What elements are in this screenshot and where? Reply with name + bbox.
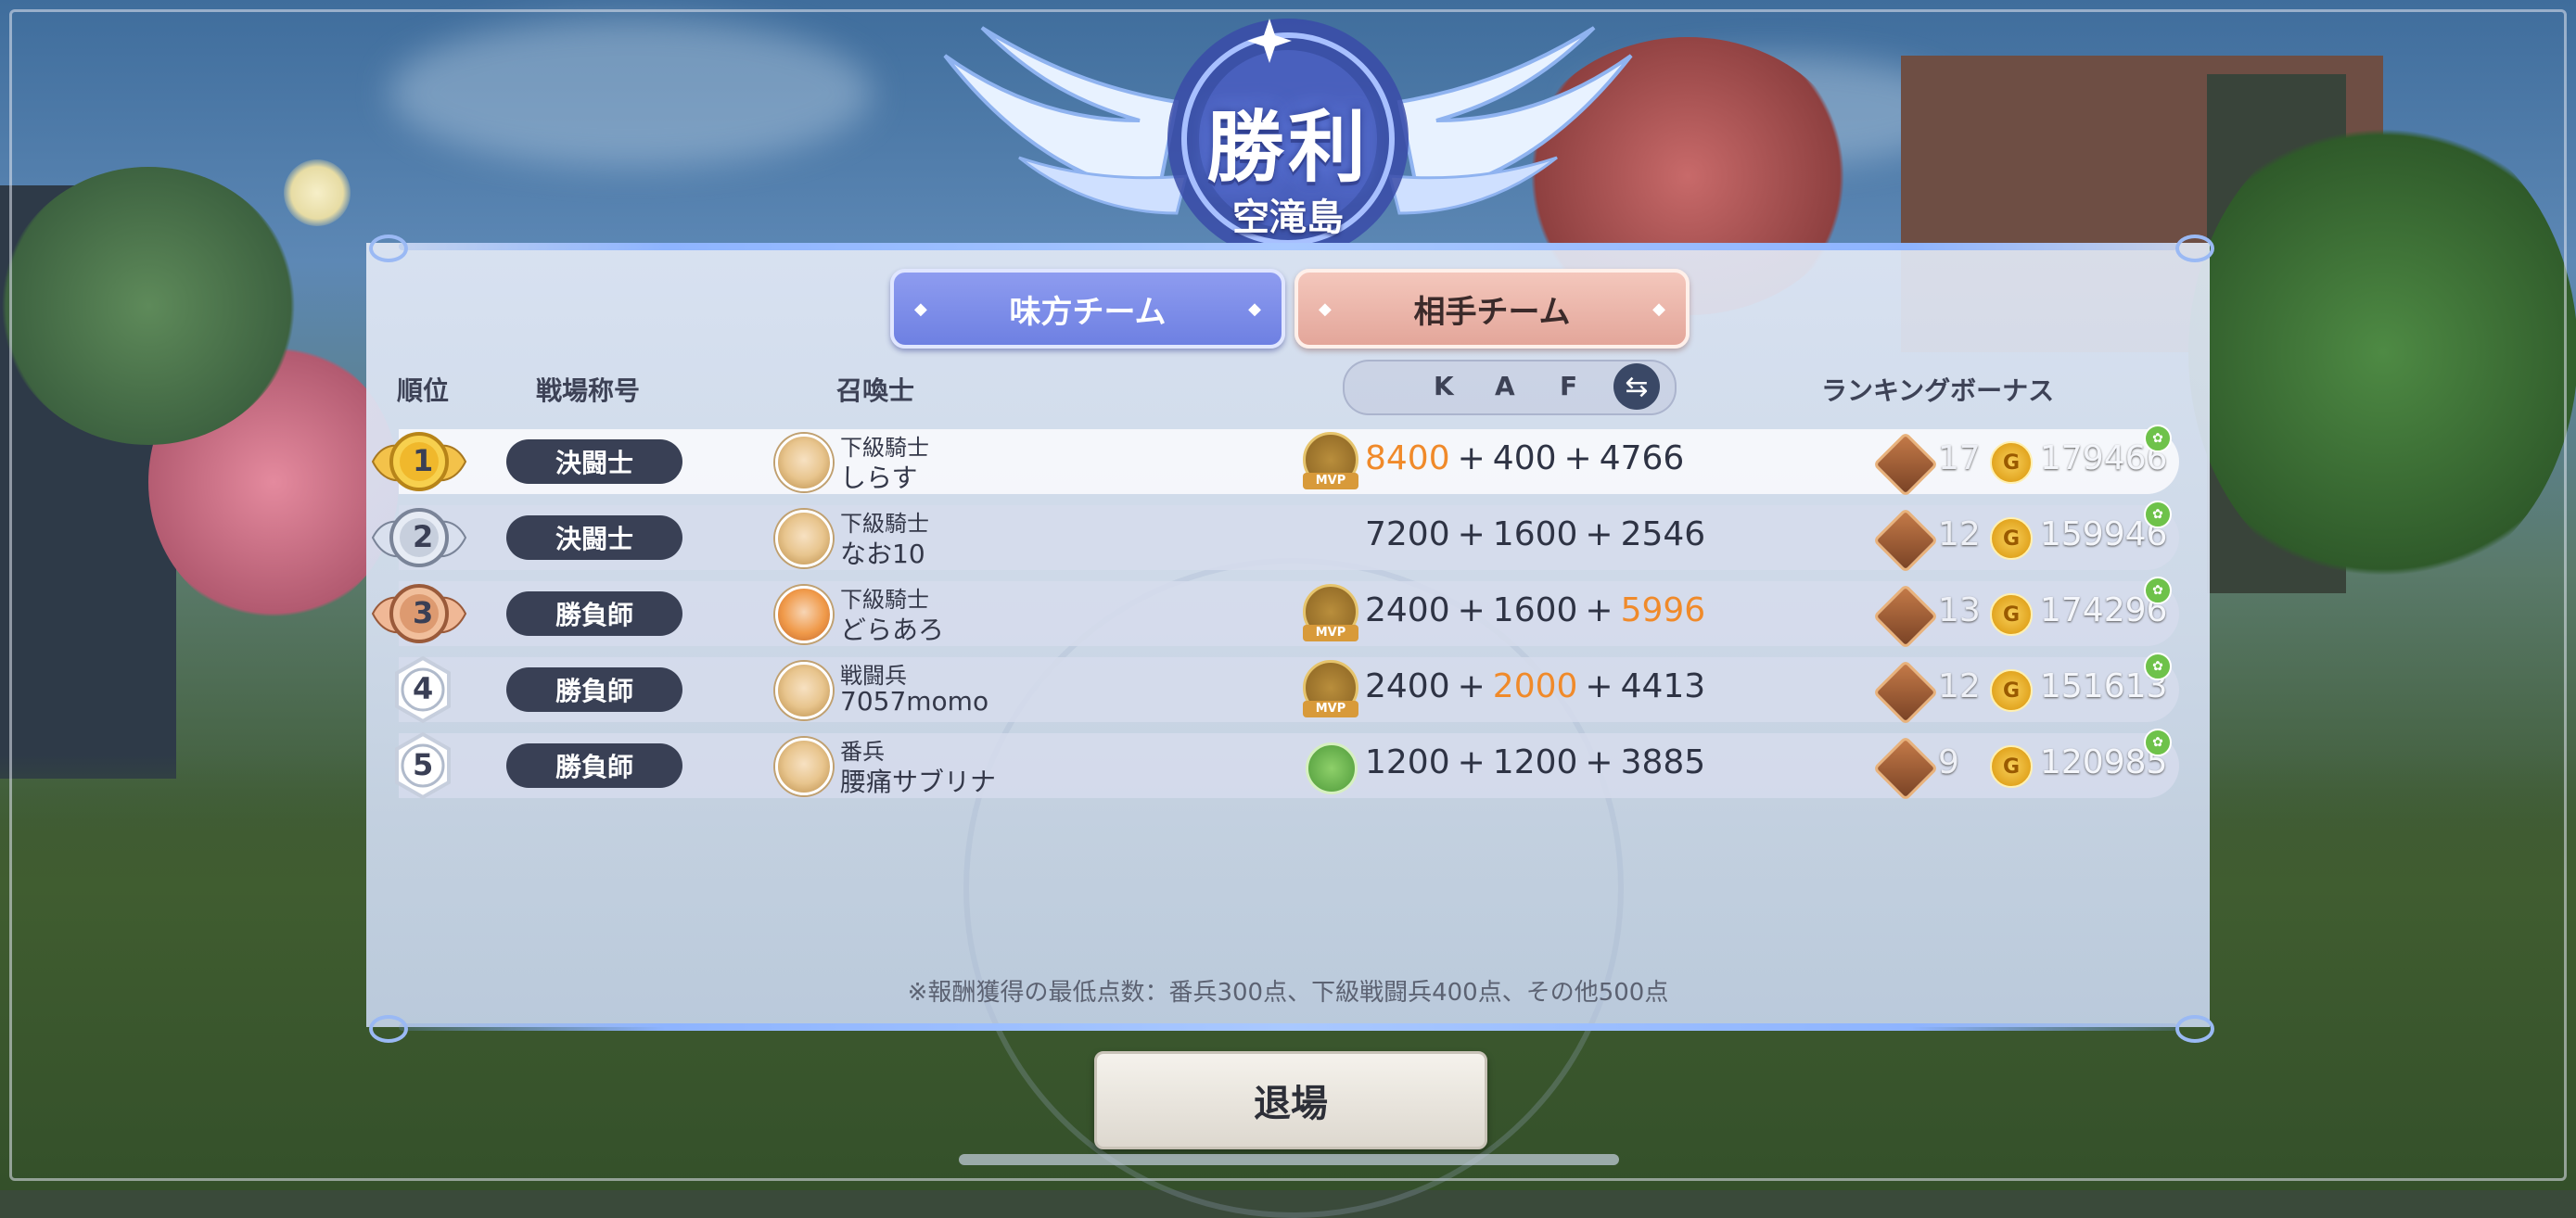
column-header-summoner: 召喚士: [836, 375, 915, 406]
score-f: 4766: [1599, 439, 1685, 477]
summoner-avatar[interactable]: [775, 510, 833, 567]
bonus-leaf-icon: ✿: [2144, 653, 2172, 680]
score-k: 1200: [1365, 743, 1450, 781]
summoner-class: 戦闘兵: [840, 663, 907, 689]
mvp-tag: MVP: [1303, 625, 1358, 641]
coin-icon: G: [1990, 517, 2033, 560]
score-k: 2400: [1365, 591, 1450, 629]
column-header-a: A: [1495, 371, 1515, 401]
column-header-battle-title: 戦場称号: [536, 375, 641, 406]
tab-label: 味方チーム: [1009, 293, 1167, 331]
rail-end-ornament: [2175, 1015, 2214, 1043]
chest-count: 17: [1938, 439, 1981, 477]
battle-title-badge: 勝負師: [506, 743, 682, 788]
rank-number: 1: [413, 443, 434, 478]
battle-title-badge: 決闘士: [506, 439, 682, 484]
swap-icon[interactable]: ⇆: [1613, 363, 1660, 410]
battle-title-badge: 勝負師: [506, 667, 682, 712]
summoner-avatar[interactable]: [775, 738, 833, 795]
coin-icon: G: [1990, 669, 2033, 712]
chest-count: 13: [1938, 591, 1981, 629]
bonus-leaf-icon: ✿: [2144, 425, 2172, 452]
coin-icon: G: [1990, 745, 2033, 788]
score-f: 4413: [1620, 667, 1706, 705]
summoner-avatar[interactable]: [775, 586, 833, 643]
tab-ally-team[interactable]: ◆ 味方チーム ◆: [890, 269, 1285, 349]
summoner-class: 下級騎士: [840, 587, 929, 613]
diamond-icon: ◆: [914, 298, 927, 319]
diamond-icon: ◆: [1652, 298, 1665, 319]
rail-end-ornament: [369, 1015, 408, 1043]
summoner-name: どらあろ: [840, 615, 945, 645]
diamond-icon: ◆: [1248, 298, 1261, 319]
bonus-leaf-icon: ✿: [2144, 729, 2172, 756]
column-header-ranking-bonus: ランキングボーナス: [1821, 375, 2055, 406]
summoner-name: 腰痛サブリナ: [840, 767, 997, 797]
summoner-class: 下級騎士: [840, 511, 929, 537]
rail-end-ornament: [369, 235, 408, 262]
chest-count: 9: [1938, 743, 1959, 781]
summoner-class: 下級騎士: [840, 435, 929, 461]
coin-icon: G: [1990, 441, 2033, 484]
stage-name: 空滝島: [1232, 197, 1344, 239]
kaf-score: 2400 +2000 +4413: [1365, 667, 1706, 705]
mvp-tag: MVP: [1303, 473, 1358, 489]
column-header-f: F: [1560, 371, 1578, 401]
diamond-icon: ◆: [1319, 298, 1332, 319]
bottom-rail: [399, 1023, 2177, 1031]
score-a: 2000: [1492, 667, 1578, 705]
mvp-tag: MVP: [1303, 701, 1358, 717]
summoner-avatar[interactable]: [775, 434, 833, 491]
summoner-name: なお10: [840, 539, 925, 569]
rank-number: 2: [413, 519, 434, 554]
battle-title-badge: 決闘士: [506, 515, 682, 560]
victory-title: 勝利: [1205, 102, 1370, 193]
chest-count: 12: [1938, 667, 1981, 705]
score-k: 8400: [1365, 439, 1450, 477]
top-rail: [399, 243, 2177, 250]
kaf-score: 8400 +400 +4766: [1365, 439, 1685, 477]
summoner-name: 7057momo: [840, 686, 989, 717]
rank-number: 3: [413, 595, 434, 630]
summoner-name: しらす: [840, 463, 918, 493]
summoner-avatar[interactable]: [775, 662, 833, 719]
rank-number: 4: [413, 671, 434, 706]
score-k: 7200: [1365, 515, 1450, 553]
tab-enemy-team[interactable]: ◆ 相手チーム ◆: [1294, 269, 1690, 349]
score-k: 2400: [1365, 667, 1450, 705]
kaf-score: 7200 +1600 +2546: [1365, 515, 1706, 553]
battle-title-badge: 勝負師: [506, 591, 682, 636]
score-a: 1200: [1492, 743, 1578, 781]
column-header-k: K: [1434, 371, 1454, 401]
bonus-leaf-icon: ✿: [2144, 501, 2172, 528]
tab-label: 相手チーム: [1413, 293, 1571, 331]
rank-number: 5: [413, 747, 434, 782]
score-a: 1600: [1492, 591, 1578, 629]
score-a: 400: [1492, 439, 1557, 477]
column-header-rank: 順位: [397, 375, 450, 406]
exit-button[interactable]: 退場: [1094, 1051, 1487, 1149]
summoner-class: 番兵: [840, 739, 885, 765]
rail-end-ornament: [2175, 235, 2214, 262]
bonus-leaf-icon: ✿: [2144, 577, 2172, 604]
score-a: 1600: [1492, 515, 1578, 553]
score-f: 5996: [1620, 591, 1706, 629]
kaf-score: 2400 +1600 +5996: [1365, 591, 1706, 629]
score-f: 2546: [1620, 515, 1706, 553]
leaf-icon: [1306, 742, 1358, 794]
coin-icon: G: [1990, 593, 2033, 636]
home-indicator[interactable]: [959, 1154, 1619, 1165]
kaf-score: 1200 +1200 +3885: [1365, 743, 1706, 781]
chest-count: 12: [1938, 515, 1981, 553]
reward-minimum-note: ※報酬獲得の最低点数：番兵300点、下級戦闘兵400点、その他500点: [907, 979, 1669, 1007]
score-f: 3885: [1620, 743, 1706, 781]
